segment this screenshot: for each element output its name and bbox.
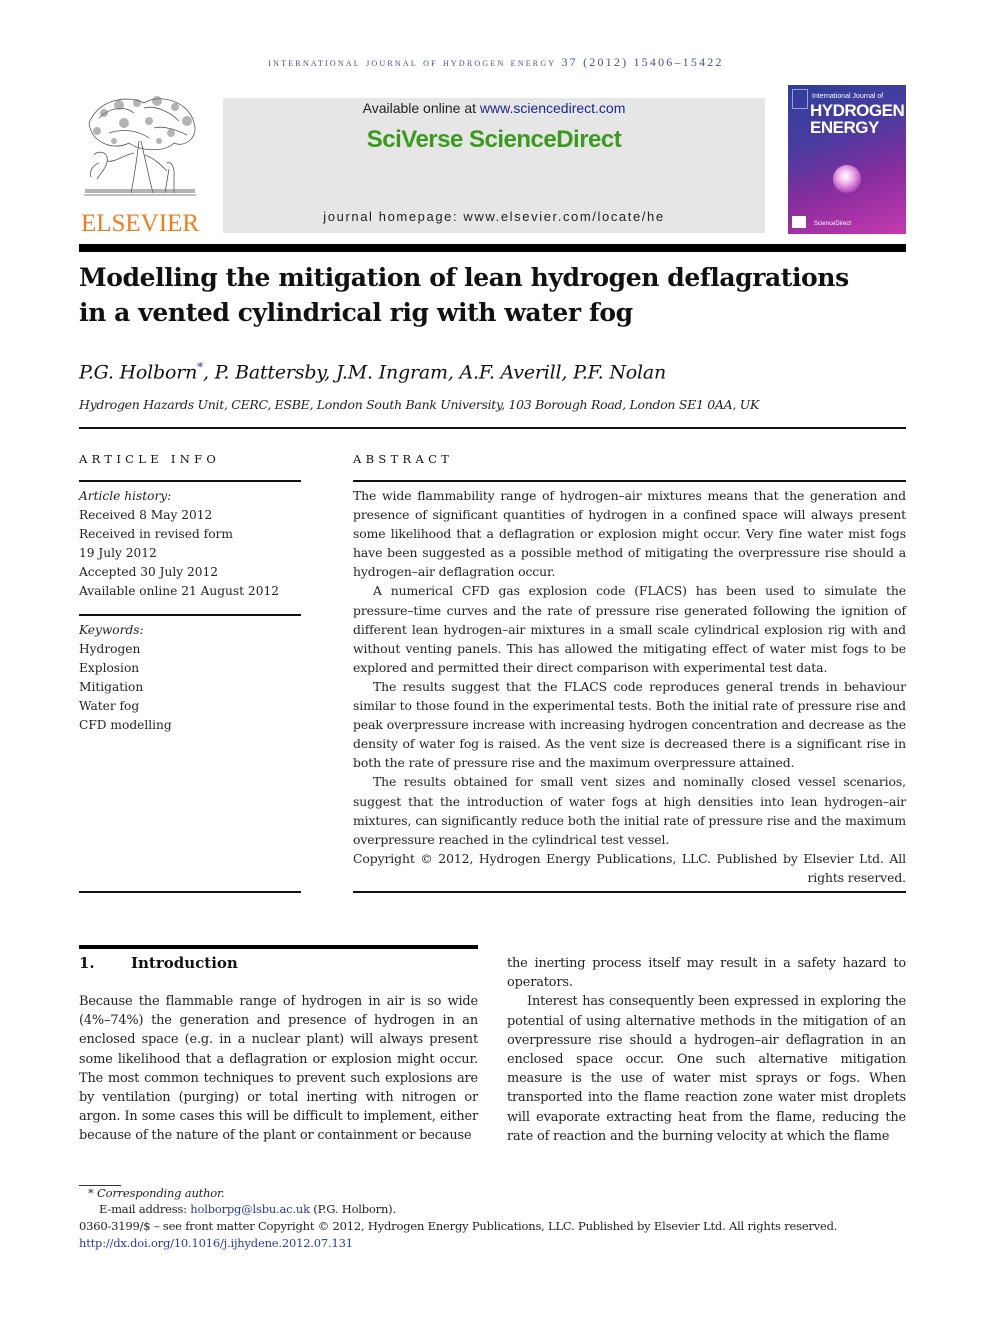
section-title: Introduction: [131, 954, 238, 972]
history-item: Received in revised form: [79, 527, 233, 542]
abstract-paragraph: The results suggest that the FLACS code …: [353, 678, 906, 771]
journal-homepage[interactable]: journal homepage: www.elsevier.com/locat…: [223, 209, 765, 224]
cover-title: HYDROGEN ENERGY: [810, 102, 905, 137]
article-title: Modelling the mitigation of lean hydroge…: [79, 260, 909, 330]
title-line-1: Modelling the mitigation of lean hydroge…: [79, 263, 849, 292]
email-label: E-mail address:: [99, 1202, 191, 1216]
body-paragraph: Because the flammable range of hydrogen …: [79, 994, 478, 1144]
title-line-2: in a vented cylindrical rig with water f…: [79, 298, 633, 327]
elsevier-tree-icon: [84, 96, 196, 196]
affiliation: Hydrogen Hazards Unit, CERC, ESBE, Londo…: [79, 397, 759, 412]
running-head: INTERNATIONAL JOURNAL OF HYDROGEN ENERGY…: [268, 55, 724, 69]
divider: [79, 480, 301, 482]
section-divider: [79, 945, 478, 949]
keyword: Mitigation: [79, 680, 144, 695]
doi-link[interactable]: http://dx.doi.org/10.1016/j.ijhydene.201…: [79, 1235, 353, 1252]
abstract-heading: ABSTRACT: [353, 452, 454, 466]
authors-rest: , P. Battersby, J.M. Ingram, A.F. Averil…: [202, 361, 667, 384]
sciencedirect-link[interactable]: www.sciencedirect.com: [480, 100, 626, 116]
abstract-copyright: Copyright © 2012, Hydrogen Energy Public…: [353, 850, 906, 885]
header-divider: [79, 244, 906, 252]
cover-ihe-logo-icon: [792, 216, 806, 228]
body-paragraph: Interest has consequently been expressed…: [507, 994, 906, 1144]
abstract-paragraph: A numerical CFD gas explosion code (FLAC…: [353, 583, 906, 675]
cover-orb-icon: [833, 165, 861, 193]
history-item: 19 July 2012: [79, 546, 157, 561]
cover-sciencedirect: ScienceDirect: [814, 221, 852, 227]
corresponding-author-label: Corresponding author.: [93, 1186, 225, 1200]
abstract-body: The wide flammability range of hydrogen–…: [353, 486, 906, 887]
keyword: Water fog: [79, 699, 140, 714]
article-history: Article history: Received 8 May 2012 Rec…: [79, 487, 301, 602]
keywords-label: Keywords:: [79, 623, 144, 637]
divider: [79, 427, 906, 429]
email-suffix: (P.G. Holborn).: [309, 1202, 396, 1216]
divider: [353, 480, 906, 482]
body-column-right: the inerting process itself may result i…: [507, 954, 906, 1146]
history-item: Available online 21 August 2012: [79, 584, 279, 599]
front-matter-note: 0360-3199/$ – see front matter Copyright…: [79, 1219, 838, 1233]
author-corresponding: P.G. Holborn: [79, 361, 198, 384]
abstract-paragraph: The results obtained for small vent size…: [353, 774, 906, 847]
doi-link-text[interactable]: http://dx.doi.org/10.1016/j.ijhydene.201…: [79, 1236, 353, 1250]
body-paragraph: the inerting process itself may result i…: [507, 956, 906, 991]
authors: P.G. Holborn*, P. Battersby, J.M. Ingram…: [79, 360, 666, 383]
email-note: E-mail address: holborpg@lsbu.ac.uk (P.G…: [99, 1201, 396, 1218]
cover-line1: International Journal of: [812, 93, 884, 100]
section-number: 1.: [79, 954, 95, 972]
divider: [79, 614, 301, 616]
available-online: Available online at www.sciencedirect.co…: [223, 100, 765, 116]
corresponding-author-note: * Corresponding author.: [88, 1185, 225, 1202]
sciverse-sciencedirect-logo[interactable]: SciVerse ScienceDirect: [223, 126, 765, 154]
body-column-left: Because the flammable range of hydrogen …: [79, 992, 478, 1146]
elsevier-wordmark: ELSEVIER: [80, 210, 200, 237]
available-online-label: Available online at: [362, 100, 480, 116]
sciencedirect-banner: Available online at www.sciencedirect.co…: [223, 98, 765, 233]
keyword: CFD modelling: [79, 718, 172, 733]
keyword: Explosion: [79, 661, 140, 676]
email-link[interactable]: holborpg@lsbu.ac.uk: [190, 1202, 310, 1216]
cover-line3: ENERGY: [810, 118, 879, 137]
journal-cover[interactable]: International Journal of HYDROGEN ENERGY…: [788, 85, 906, 234]
history-label: Article history:: [79, 489, 172, 503]
abstract-paragraph: The wide flammability range of hydrogen–…: [353, 488, 906, 580]
divider: [353, 891, 906, 893]
cover-elsevier-mark-icon: [792, 89, 808, 109]
keyword: Hydrogen: [79, 642, 141, 657]
keywords: Keywords: Hydrogen Explosion Mitigation …: [79, 621, 301, 736]
history-item: Accepted 30 July 2012: [79, 565, 219, 580]
history-item: Received 8 May 2012: [79, 508, 213, 523]
elsevier-logo[interactable]: ELSEVIER: [79, 93, 201, 238]
article-info-heading: ARTICLE INFO: [79, 452, 221, 466]
divider: [79, 891, 301, 893]
